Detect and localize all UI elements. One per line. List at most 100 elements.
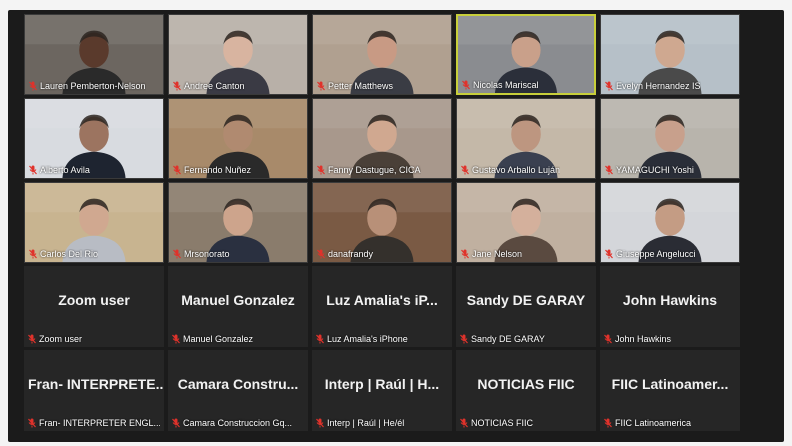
- muted-mic-icon: [316, 418, 324, 428]
- participant-name: Alberto Avila: [40, 165, 90, 175]
- muted-mic-icon: [28, 334, 36, 344]
- participant-display-name: Camara Constru...: [177, 376, 299, 392]
- participant-display-name: John Hawkins: [622, 292, 718, 308]
- participant-audio-only-tile[interactable]: FIIC Latinoamer... FIIC Latinoamerica: [600, 350, 740, 431]
- participant-display-name: FIIC Latinoamer...: [611, 376, 729, 392]
- participant-name-tag: John Hawkins: [604, 334, 671, 344]
- participant-name-tag: Camara Construccion Gq...: [172, 418, 292, 428]
- muted-mic-icon: [317, 165, 325, 175]
- muted-mic-icon: [604, 334, 612, 344]
- muted-mic-icon: [172, 418, 180, 428]
- participant-display-name: Luz Amalia's iP...: [326, 292, 438, 308]
- muted-mic-icon: [460, 334, 468, 344]
- participant-audio-only-tile[interactable]: Camara Constru... Camara Construccion Gq.…: [168, 350, 308, 431]
- muted-mic-icon: [461, 249, 469, 259]
- participant-audio-only-tile[interactable]: Zoom user Zoom user: [24, 266, 164, 347]
- participant-name: Jane Nelson: [472, 249, 523, 259]
- participant-name-tag: Andree Canton: [173, 81, 245, 91]
- participant-name-tag: Alberto Avila: [29, 165, 90, 175]
- participant-name: Camara Construccion Gq...: [183, 418, 293, 428]
- participant-video-tile[interactable]: Evelyn Hernandez IS: [600, 14, 740, 95]
- participant-name: Mrsonorato: [184, 249, 230, 259]
- participant-name: Manuel Gonzalez: [183, 334, 254, 344]
- participant-name: John Hawkins: [615, 334, 672, 344]
- participant-video-tile[interactable]: Carlos Del Rio: [24, 182, 164, 263]
- participant-name: Lauren Pemberton-Nelson: [40, 81, 146, 91]
- muted-mic-icon: [29, 81, 37, 91]
- participant-name: Nicolas Mariscal: [473, 80, 539, 90]
- participant-name: Giuseppe Angelucci: [616, 249, 696, 259]
- participant-name-tag: YAMAGUCHI Yoshi: [605, 165, 694, 175]
- participant-name: Zoom user: [39, 334, 83, 344]
- participant-video-tile[interactable]: Lauren Pemberton-Nelson: [24, 14, 164, 95]
- participant-audio-only-tile[interactable]: Interp | Raúl | H... Interp | Raúl | He/é…: [312, 350, 452, 431]
- participant-name: Fanny Dastugue, CICA: [328, 165, 421, 175]
- participant-audio-only-tile[interactable]: John Hawkins John Hawkins: [600, 266, 740, 347]
- participant-display-name: NOTICIAS FIIC: [477, 376, 575, 392]
- participant-name: Sandy DE GARAY: [471, 334, 545, 344]
- muted-mic-icon: [605, 81, 613, 91]
- participant-name-tag: NOTICIAS FIIC: [460, 418, 533, 428]
- participant-video-tile[interactable]: danafrandy: [312, 182, 452, 263]
- participant-name: Luz Amalia's iPhone: [327, 334, 408, 344]
- participant-name-tag: Jane Nelson: [461, 249, 522, 259]
- muted-mic-icon: [29, 165, 37, 175]
- participant-video-tile[interactable]: Alberto Avila: [24, 98, 164, 179]
- participant-video-tile[interactable]: Giuseppe Angelucci: [600, 182, 740, 263]
- participant-name: Fernando Nuñez: [184, 165, 252, 175]
- muted-mic-icon: [317, 249, 325, 259]
- participant-audio-only-tile[interactable]: Sandy DE GARAY Sandy DE GARAY: [456, 266, 596, 347]
- muted-mic-icon: [317, 81, 325, 91]
- participant-video-tile[interactable]: Mrsonorato: [168, 182, 308, 263]
- participant-name-tag: Fanny Dastugue, CICA: [317, 165, 421, 175]
- participant-video-tile[interactable]: YAMAGUCHI Yoshi: [600, 98, 740, 179]
- participant-name-tag: Manuel Gonzalez: [172, 334, 253, 344]
- muted-mic-icon: [173, 165, 181, 175]
- muted-mic-icon: [462, 80, 470, 90]
- participant-name: YAMAGUCHI Yoshi: [616, 165, 694, 175]
- participant-name-tag: Fran- INTERPRETER ENGL...: [28, 418, 160, 428]
- participant-name: Petter Matthews: [328, 81, 394, 91]
- participant-name-tag: Zoom user: [28, 334, 82, 344]
- participant-audio-only-tile[interactable]: NOTICIAS FIIC NOTICIAS FIIC: [456, 350, 596, 431]
- muted-mic-icon: [28, 418, 36, 428]
- participant-gallery: Lauren Pemberton-Nelson Andree Canton Pett…: [24, 14, 752, 439]
- participant-name-tag: Luz Amalia's iPhone: [316, 334, 408, 344]
- participant-name-tag: Sandy DE GARAY: [460, 334, 545, 344]
- muted-mic-icon: [461, 165, 469, 175]
- participant-name-tag: Fernando Nuñez: [173, 165, 251, 175]
- participant-video-tile[interactable]: Fanny Dastugue, CICA: [312, 98, 452, 179]
- participant-display-name: Fran- INTERPRETE...: [28, 376, 164, 392]
- participant-name-tag: Petter Matthews: [317, 81, 393, 91]
- muted-mic-icon: [605, 165, 613, 175]
- participant-name-tag: Interp | Raúl | He/él: [316, 418, 404, 428]
- participant-audio-only-tile[interactable]: Manuel Gonzalez Manuel Gonzalez: [168, 266, 308, 347]
- participant-video-tile[interactable]: Petter Matthews: [312, 14, 452, 95]
- participant-name-tag: Evelyn Hernandez IS: [605, 81, 701, 91]
- participant-video-tile[interactable]: Gustavo Arballo Luján: [456, 98, 596, 179]
- participant-name: Fran- INTERPRETER ENGL...: [39, 418, 160, 428]
- participant-name-tag: Mrsonorato: [173, 249, 230, 259]
- participant-name: Andree Canton: [184, 81, 245, 91]
- participant-video-tile[interactable]: Andree Canton: [168, 14, 308, 95]
- muted-mic-icon: [29, 249, 37, 259]
- participant-video-tile-active-speaker[interactable]: Nicolas Mariscal: [456, 14, 596, 95]
- participant-audio-only-tile[interactable]: Luz Amalia's iP... Luz Amalia's iPhone: [312, 266, 452, 347]
- muted-mic-icon: [316, 334, 324, 344]
- participant-name-tag: Nicolas Mariscal: [462, 80, 539, 90]
- participant-name: Carlos Del Rio: [40, 249, 99, 259]
- participant-display-name: Manuel Gonzalez: [181, 292, 295, 308]
- participant-display-name: Zoom user: [58, 292, 130, 308]
- participant-name-tag: Giuseppe Angelucci: [605, 249, 696, 259]
- participant-name: FIIC Latinoamerica: [615, 418, 692, 428]
- participant-name: Interp | Raúl | He/él: [327, 418, 405, 428]
- muted-mic-icon: [173, 81, 181, 91]
- participant-name: NOTICIAS FIIC: [471, 418, 534, 428]
- participant-name: danafrandy: [328, 249, 374, 259]
- muted-mic-icon: [173, 249, 181, 259]
- participant-name-tag: FIIC Latinoamerica: [604, 418, 691, 428]
- participant-name-tag: Gustavo Arballo Luján: [461, 165, 560, 175]
- participant-audio-only-tile[interactable]: Fran- INTERPRETE... Fran- INTERPRETER ENG…: [24, 350, 164, 431]
- participant-video-tile[interactable]: Jane Nelson: [456, 182, 596, 263]
- participant-video-tile[interactable]: Fernando Nuñez: [168, 98, 308, 179]
